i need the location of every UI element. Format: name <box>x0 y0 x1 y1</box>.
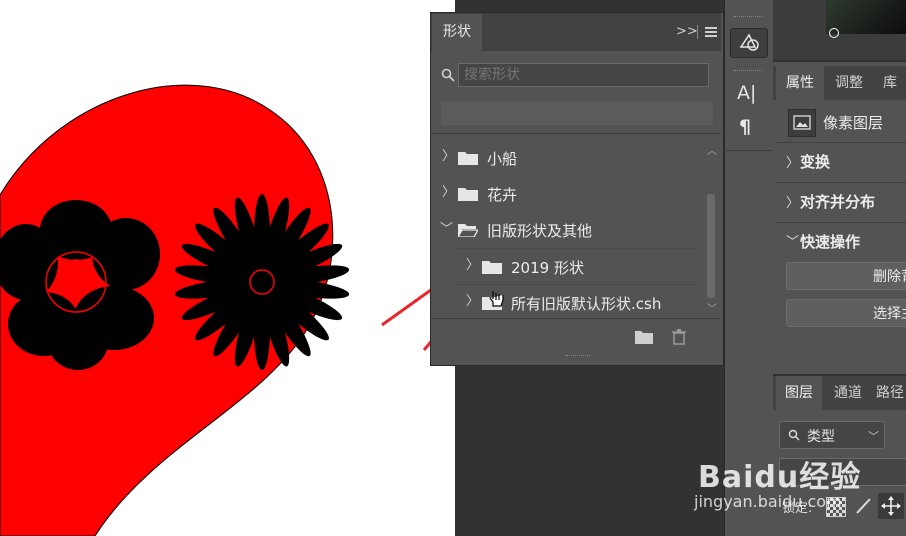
list-item-flowers[interactable]: 〉 花卉 <box>432 176 698 210</box>
scroll-up-icon[interactable]: ︿ <box>707 142 717 157</box>
layer-type-label: 像素图层 <box>823 114 884 132</box>
lock-position-button[interactable] <box>878 493 904 519</box>
chevron-right-icon: 〉 <box>786 156 800 171</box>
list-item-label: 花卉 <box>487 186 518 204</box>
scrollbar[interactable]: ︿ ﹀ <box>705 142 717 315</box>
scrollbar-thumb[interactable] <box>707 194 715 298</box>
resize-grip[interactable] <box>566 355 590 359</box>
section-transform[interactable]: 〉 变换 <box>780 143 906 179</box>
chevron-right-icon[interactable]: 〉 <box>466 295 479 309</box>
chevron-down-icon[interactable]: ﹀ <box>440 223 453 237</box>
tab-channels[interactable]: 通道 <box>824 376 872 410</box>
list-item-label: 2019 形状 <box>511 259 584 277</box>
search-shapes-input[interactable] <box>458 63 709 87</box>
baidu-watermark-url: jingyan.baidu.com <box>694 492 842 511</box>
baidu-watermark-logo: Baidu经验 <box>698 460 862 495</box>
chevron-down-icon: ﹀ <box>786 235 800 250</box>
layer-filter-select[interactable]: 类型 ﹀ <box>779 421 885 449</box>
folder-icon <box>458 152 478 165</box>
shape-preview-bar <box>441 101 713 125</box>
panel-separator <box>431 133 721 134</box>
character-panel-icon[interactable]: A| <box>737 82 756 104</box>
move-arrows-icon <box>881 496 901 516</box>
tab-shapes[interactable]: 形状 <box>432 14 482 52</box>
lock-pixels-brush-icon[interactable] <box>853 496 873 516</box>
color-picker-handle[interactable] <box>829 28 839 38</box>
daisy-center <box>249 269 275 295</box>
list-item-label: 所有旧版默认形状.csh <box>511 295 662 313</box>
tab-adjustments[interactable]: 调整 <box>826 66 872 100</box>
folder-icon <box>458 188 478 201</box>
search-icon <box>441 68 455 82</box>
open-folder-icon <box>458 224 478 237</box>
strip-grip <box>734 16 762 19</box>
section-quick-actions[interactable]: ﹀ 快速操作 <box>780 223 906 259</box>
folder-icon <box>482 261 502 274</box>
select-subject-button[interactable]: 选择主 <box>786 299 906 327</box>
chevron-right-icon: 〉 <box>786 196 800 211</box>
color-picker-gradient[interactable] <box>826 0 906 34</box>
chevron-right-icon[interactable]: 〉 <box>442 150 455 164</box>
list-item-boats[interactable]: 〉 小船 <box>432 140 698 174</box>
tab-properties[interactable]: 属性 <box>776 66 824 100</box>
shape-tool-button[interactable] <box>730 28 768 58</box>
tab-libraries[interactable]: 库 <box>874 66 906 100</box>
scroll-down-icon[interactable]: ﹀ <box>707 300 717 315</box>
chevron-down-icon: ﹀ <box>868 430 879 443</box>
section-title: 变换 <box>800 153 831 171</box>
panel-menu-icon[interactable] <box>705 27 717 37</box>
pixel-layer-icon <box>788 109 816 137</box>
shapes-tool-icon <box>739 33 759 51</box>
section-title: 快速操作 <box>800 233 861 251</box>
section-align-distribute[interactable]: 〉 对齐并分布 <box>780 183 906 219</box>
chevron-right-icon[interactable]: 〉 <box>442 186 455 200</box>
list-item-label: 旧版形状及其他 <box>487 222 593 240</box>
footer-divider <box>431 318 721 319</box>
strip-grip <box>734 70 762 73</box>
chevron-right-icon[interactable]: 〉 <box>466 259 479 273</box>
trash-icon[interactable] <box>672 329 686 345</box>
remove-background-button[interactable]: 删除背 <box>786 262 906 290</box>
new-group-folder-icon[interactable] <box>635 330 653 344</box>
list-item-label: 小船 <box>487 150 518 168</box>
filter-label: 类型 <box>807 429 835 445</box>
header-divider <box>697 25 698 39</box>
section-title: 对齐并分布 <box>800 193 876 211</box>
search-icon <box>788 429 800 441</box>
canvas-artwork <box>0 84 457 536</box>
tab-paths[interactable]: 路径 <box>874 376 906 410</box>
list-item-legacy-shapes[interactable]: ﹀ 旧版形状及其他 <box>432 212 698 246</box>
paragraph-panel-icon[interactable]: ¶ <box>739 116 751 138</box>
list-item-2019-shapes[interactable]: 〉 2019 形状 <box>456 249 698 283</box>
collapse-panel-icon[interactable]: >> <box>676 24 698 39</box>
tab-layers[interactable]: 图层 <box>776 376 822 410</box>
strip-divider <box>726 150 772 151</box>
hand-cursor-icon <box>489 291 504 307</box>
